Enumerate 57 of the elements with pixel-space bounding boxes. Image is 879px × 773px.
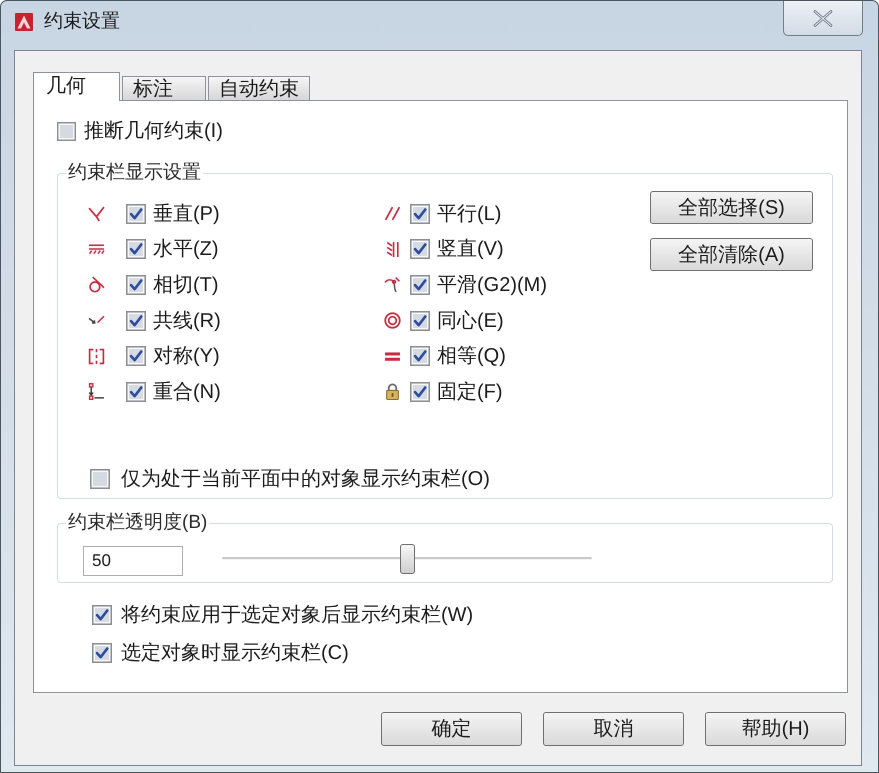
checkbox-label: 相切(T) bbox=[153, 272, 219, 297]
coincident-icon bbox=[88, 383, 105, 400]
close-button[interactable] bbox=[783, 1, 863, 36]
checkbox[interactable] bbox=[126, 239, 146, 260]
checkbox[interactable] bbox=[57, 122, 76, 140]
help-button[interactable]: 帮助(H) bbox=[705, 712, 846, 746]
transparency-slider[interactable] bbox=[222, 544, 592, 574]
checkbox[interactable] bbox=[410, 310, 430, 331]
perpendicular-icon bbox=[88, 205, 105, 222]
checkbox[interactable] bbox=[410, 382, 430, 402]
checkbox-label: 相等(Q) bbox=[437, 344, 506, 368]
checkbox[interactable] bbox=[410, 239, 430, 260]
tab[interactable]: 标注 bbox=[122, 76, 206, 100]
tab[interactable]: 几何 bbox=[33, 72, 120, 101]
checkbox-label: 共线(R) bbox=[153, 308, 221, 333]
smooth-icon bbox=[384, 276, 401, 294]
checkbox-label: 推断几何约束(I) bbox=[84, 120, 223, 142]
checkbox-label: 选定对象时显示约束栏(C) bbox=[121, 642, 349, 664]
select-all-button[interactable]: 全部选择(S) bbox=[650, 191, 813, 224]
checkbox[interactable] bbox=[126, 346, 146, 366]
checkbox[interactable] bbox=[90, 468, 110, 489]
checkbox[interactable] bbox=[92, 643, 112, 663]
tangent-icon bbox=[88, 276, 105, 294]
checkbox-label: 竖直(V) bbox=[437, 237, 504, 262]
checkbox[interactable] bbox=[126, 310, 146, 331]
checkbox-label: 仅为处于当前平面中的对象显示约束栏(O) bbox=[121, 468, 490, 490]
ok-button[interactable]: 确定 bbox=[381, 712, 522, 746]
checkbox-label: 水平(Z) bbox=[153, 237, 219, 262]
parallel-icon bbox=[384, 205, 401, 222]
checkbox-label: 同心(E) bbox=[437, 308, 504, 333]
checkbox[interactable] bbox=[126, 274, 146, 295]
checkbox[interactable] bbox=[126, 204, 146, 224]
close-icon bbox=[813, 10, 833, 26]
checkbox-label: 重合(N) bbox=[153, 380, 221, 404]
slider-thumb[interactable] bbox=[400, 544, 414, 574]
checkbox-label: 平行(L) bbox=[437, 202, 502, 226]
window-title: 约束设置 bbox=[44, 10, 120, 34]
checkbox[interactable] bbox=[126, 382, 146, 402]
checkbox-label: 固定(F) bbox=[437, 380, 503, 404]
cancel-button[interactable]: 取消 bbox=[543, 712, 684, 746]
checkbox-label: 将约束应用于选定对象后显示约束栏(W) bbox=[121, 604, 474, 626]
checkbox[interactable] bbox=[410, 346, 430, 366]
checkbox-label: 平滑(G2)(M) bbox=[437, 272, 547, 297]
checkbox-label: 对称(Y) bbox=[153, 344, 220, 368]
group-title: 约束栏透明度(B) bbox=[66, 512, 210, 534]
app-icon bbox=[15, 13, 33, 31]
lock-icon bbox=[384, 383, 401, 400]
vertical-icon bbox=[384, 240, 401, 258]
clear-all-button[interactable]: 全部清除(A) bbox=[650, 238, 813, 271]
checkbox[interactable] bbox=[410, 204, 430, 224]
transparency-input[interactable]: 50 bbox=[83, 546, 183, 576]
concentric-icon bbox=[384, 312, 401, 330]
checkbox[interactable] bbox=[410, 274, 430, 295]
checkbox-label: 垂直(P) bbox=[153, 202, 220, 226]
checkbox[interactable] bbox=[92, 605, 112, 625]
tab[interactable]: 自动约束 bbox=[208, 76, 310, 100]
symmetric-icon bbox=[88, 348, 105, 365]
